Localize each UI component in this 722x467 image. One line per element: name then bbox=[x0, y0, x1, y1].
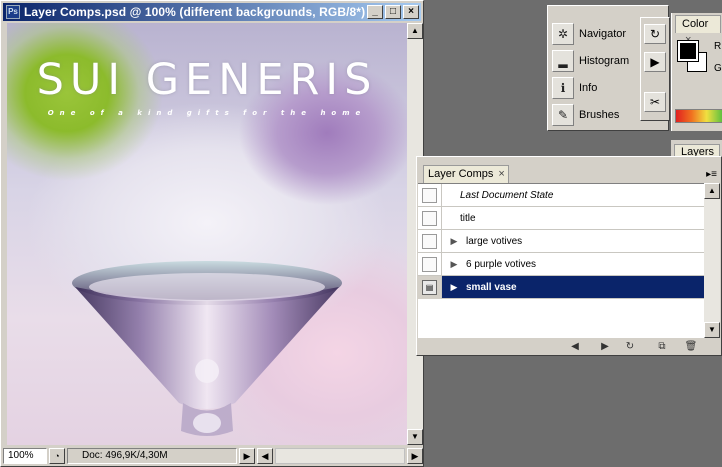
layer-comp-row-selected[interactable]: ▤ ▶ small vase bbox=[418, 275, 704, 299]
layer-comps-palette: Layer Comps × ▸≡ Last Document State tit… bbox=[416, 156, 722, 356]
minimize-button[interactable]: _ bbox=[367, 5, 383, 19]
apply-comp-cell[interactable] bbox=[418, 206, 442, 230]
apply-comp-cell[interactable] bbox=[418, 252, 442, 276]
layer-comp-name: large votives bbox=[466, 235, 523, 247]
vase-image bbox=[72, 261, 342, 436]
apply-comp-cell[interactable] bbox=[418, 229, 442, 253]
g-label: G bbox=[714, 63, 722, 74]
layer-comp-row[interactable]: Last Document State bbox=[418, 183, 704, 207]
layer-comp-row[interactable]: ▶ large votives bbox=[418, 229, 704, 253]
r-label: R bbox=[714, 41, 722, 52]
horizontal-scrollbar[interactable] bbox=[275, 448, 405, 464]
palette-info[interactable]: ℹ Info bbox=[552, 74, 640, 101]
scroll-up-arrow[interactable]: ▲ bbox=[407, 23, 423, 39]
document-canvas[interactable]: SUI GENERIS One of a kind gifts for the … bbox=[7, 23, 407, 445]
apply-checkbox[interactable] bbox=[422, 256, 437, 272]
layer-comp-name: small vase bbox=[466, 281, 517, 293]
status-options-icon[interactable]: ◔ bbox=[49, 448, 65, 464]
history-icon[interactable]: ↻ bbox=[644, 24, 666, 44]
expand-triangle-icon[interactable]: ▶ bbox=[448, 259, 460, 270]
expand-triangle-icon[interactable]: ▶ bbox=[448, 236, 460, 247]
brushes-icon: ✎ bbox=[552, 103, 574, 126]
palette-navigator[interactable]: ✲ Navigator bbox=[552, 20, 640, 47]
layer-comps-tab-label: Layer Comps bbox=[428, 168, 494, 180]
maximize-button[interactable]: □ bbox=[385, 5, 401, 19]
layer-comp-row[interactable]: title bbox=[418, 206, 704, 230]
layer-comp-row[interactable]: ▶ 6 purple votives bbox=[418, 252, 704, 276]
layer-comp-name: 6 purple votives bbox=[466, 258, 537, 270]
layer-comps-scrollbar[interactable]: ▲ ▼ bbox=[704, 183, 720, 338]
canvas-tagline: One of a kind gifts for the home bbox=[47, 109, 367, 117]
palette-label: Brushes bbox=[579, 108, 620, 121]
dock-grip[interactable] bbox=[548, 6, 668, 12]
scroll-down-arrow[interactable]: ▼ bbox=[704, 322, 720, 338]
tab-layer-comps[interactable]: Layer Comps × bbox=[423, 165, 509, 183]
vase-body bbox=[75, 287, 339, 409]
info-icon: ℹ bbox=[552, 76, 574, 99]
photoshop-icon: Ps bbox=[6, 5, 20, 19]
vase-base-highlight bbox=[193, 413, 221, 433]
canvas-title: SUI GENERIS bbox=[36, 55, 378, 105]
new-comp-icon[interactable]: ⧉ bbox=[654, 340, 670, 354]
scroll-left-arrow[interactable]: ◀ bbox=[257, 448, 273, 464]
layer-comp-name: title bbox=[460, 212, 476, 224]
apply-checkbox[interactable] bbox=[422, 233, 437, 249]
status-menu-arrow[interactable]: ▶ bbox=[239, 448, 255, 464]
document-window: Ps Layer Comps.psd @ 100% (different bac… bbox=[0, 0, 424, 467]
scroll-up-arrow[interactable]: ▲ bbox=[704, 183, 720, 199]
expand-triangle-icon[interactable]: ▶ bbox=[448, 282, 460, 293]
scroll-right-arrow[interactable]: ▶ bbox=[407, 448, 423, 464]
color-spectrum[interactable] bbox=[675, 109, 722, 123]
foreground-swatch[interactable] bbox=[677, 40, 699, 62]
tool-presets-icon[interactable]: ✂ bbox=[644, 92, 666, 112]
histogram-icon: ▂ bbox=[552, 49, 574, 72]
layer-comp-name: Last Document State bbox=[460, 189, 554, 201]
palette-brushes[interactable]: ✎ Brushes bbox=[552, 101, 640, 128]
apply-checkbox[interactable] bbox=[422, 210, 437, 226]
applied-comp-icon[interactable]: ▤ bbox=[422, 279, 437, 295]
palette-label: Info bbox=[579, 81, 598, 94]
palette-menu-icon[interactable]: ▸≡ bbox=[706, 169, 717, 180]
previous-comp-icon[interactable]: ◀ bbox=[567, 340, 583, 354]
close-button[interactable]: × bbox=[403, 5, 419, 19]
tab-color[interactable]: Color × bbox=[675, 15, 721, 46]
next-comp-icon[interactable]: ▶ bbox=[597, 340, 613, 354]
document-title: Layer Comps.psd @ 100% (different backgr… bbox=[24, 5, 366, 19]
document-titlebar[interactable]: Ps Layer Comps.psd @ 100% (different bac… bbox=[3, 3, 421, 21]
actions-icon[interactable]: ▶ bbox=[644, 52, 666, 72]
palette-label: Navigator bbox=[579, 27, 627, 40]
apply-comp-cell[interactable] bbox=[418, 183, 442, 207]
apply-comp-cell[interactable]: ▤ bbox=[418, 275, 442, 299]
vase-inner bbox=[89, 273, 325, 301]
scroll-down-arrow[interactable]: ▼ bbox=[407, 429, 423, 445]
apply-checkbox[interactable] bbox=[422, 187, 437, 203]
layer-comps-list: Last Document State title ▶ large votive… bbox=[418, 183, 704, 338]
status-bar: 100% ◔ Doc: 496,9K/4,30M ▶ ◀ ▶ bbox=[3, 447, 423, 465]
tool-presets-column: ↻ ▶ ✂ bbox=[640, 17, 670, 121]
update-comp-icon[interactable]: ↻ bbox=[622, 340, 638, 354]
trash-icon[interactable]: 🗑 bbox=[683, 340, 699, 354]
palette-histogram[interactable]: ▂ Histogram bbox=[552, 47, 640, 74]
doc-info: Doc: 496,9K/4,30M bbox=[67, 448, 237, 464]
palette-label: Histogram bbox=[579, 54, 630, 67]
navigator-icon: ✲ bbox=[552, 22, 574, 45]
color-tab-label: Color bbox=[682, 18, 709, 30]
layer-comps-footer: ◀ ▶ ↻ ⧉ 🗑 bbox=[417, 339, 721, 355]
layer-comps-close-icon[interactable]: × bbox=[498, 166, 504, 183]
zoom-field[interactable]: 100% bbox=[3, 448, 47, 464]
color-panel: Color × R G bbox=[671, 13, 722, 131]
vase-bubble bbox=[195, 359, 219, 383]
layer-comps-header[interactable]: Layer Comps × ▸≡ bbox=[417, 157, 721, 183]
